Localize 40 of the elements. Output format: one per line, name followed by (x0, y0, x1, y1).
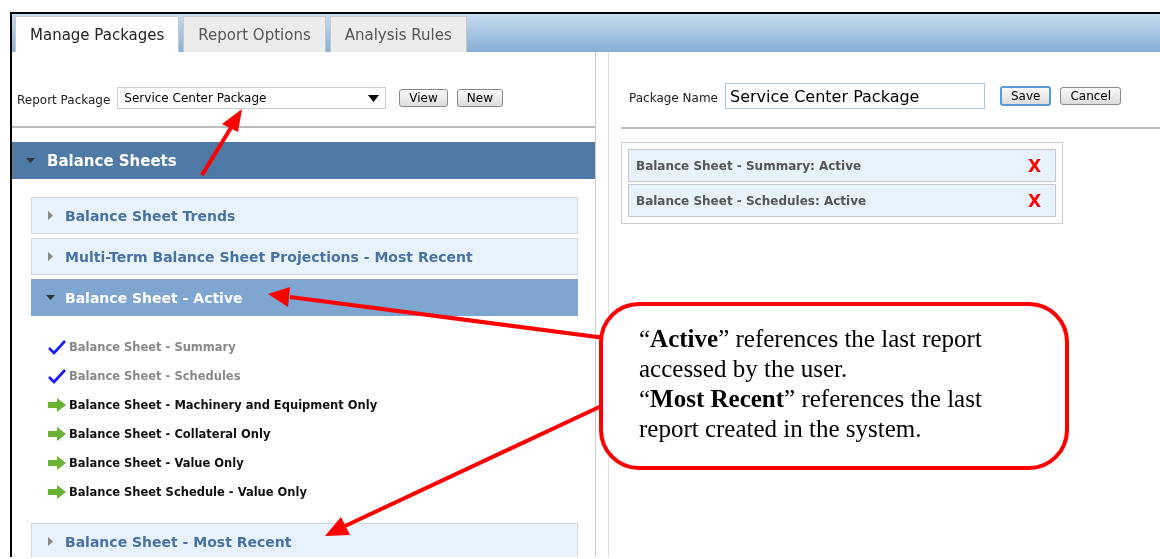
group-header[interactable]: Balance Sheet Trends (31, 197, 578, 234)
group-header[interactable]: Multi-Term Balance Sheet Projections - Most Recent (31, 238, 578, 275)
checkmark-icon (48, 368, 66, 384)
checkmark-icon (48, 339, 66, 355)
caret-icon (368, 94, 380, 102)
right-arrow-icon (48, 427, 66, 441)
tab[interactable]: Report Options (183, 16, 326, 52)
annotation-arrow (200, 109, 242, 177)
remove-button[interactable]: X (1027, 190, 1041, 211)
package-item-label: Balance Sheet - Schedules: Active (636, 193, 867, 208)
expand-triangle-icon (46, 537, 55, 546)
report-item[interactable]: Balance Sheet - Value Only (48, 454, 578, 472)
callout-text: “Most Recent” references the last report created in the system. (639, 384, 983, 444)
report-item[interactable]: Balance Sheet - Summary (48, 338, 578, 356)
package-item-label: Balance Sheet - Summary: Active (636, 158, 862, 173)
right-arrow-icon (48, 485, 66, 499)
report-item[interactable]: Balance Sheet - Machinery and Equipment Only (48, 396, 578, 414)
collapse-triangle-icon (46, 293, 55, 302)
expand-triangle-icon (46, 211, 55, 220)
remove-button[interactable]: X (1027, 155, 1041, 176)
report-item[interactable]: Balance Sheet - Collateral Only (48, 425, 578, 443)
right-arrow-icon (48, 456, 66, 470)
section-header[interactable]: Balance Sheets (12, 142, 595, 179)
callout-text: “Active” references the last report accessed by the user. (639, 324, 983, 384)
action-button[interactable]: View (399, 89, 448, 107)
field-label: Package Name (629, 91, 718, 105)
collapse-triangle-icon (26, 157, 35, 164)
group-header[interactable]: Balance Sheet - Most Recent (31, 523, 578, 557)
tab[interactable]: Manage Packages (15, 16, 180, 52)
tab[interactable]: Analysis Rules (329, 16, 467, 52)
action-button[interactable]: Cancel (1060, 87, 1122, 105)
action-button[interactable]: Save (999, 86, 1052, 106)
report-item[interactable]: Balance Sheet Schedule - Value Only (48, 483, 578, 501)
action-button[interactable]: New (456, 89, 503, 107)
package-name-field[interactable]: Service Center Package (724, 83, 985, 109)
right-arrow-icon (48, 398, 66, 412)
report-item[interactable]: Balance Sheet - Schedules (48, 367, 578, 385)
package-dropdown[interactable]: Service Center Package (117, 87, 387, 109)
field-label: Report Package (17, 93, 111, 107)
expand-triangle-icon (46, 252, 55, 261)
